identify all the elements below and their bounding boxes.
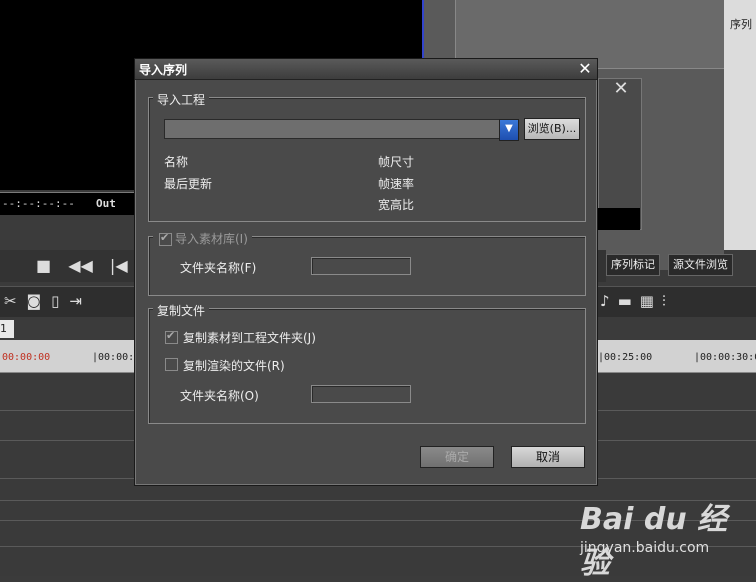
side-panel-footer bbox=[598, 208, 640, 230]
ruler-tick: |00:00: bbox=[92, 352, 135, 363]
copy-to-project-label: 复制素材到工程文件夹(J) bbox=[183, 331, 316, 345]
step-back-icon[interactable]: |◀ bbox=[110, 256, 128, 275]
copy-files-label: 复制文件 bbox=[153, 302, 210, 319]
timecode-left: --:--:--:-- bbox=[2, 197, 75, 210]
side-close-icon[interactable]: ✕ bbox=[610, 80, 632, 98]
rewind-icon[interactable]: ◀◀ bbox=[68, 256, 93, 275]
info-name-label: 名称 bbox=[164, 155, 189, 169]
info-last-updated-label: 最后更新 bbox=[164, 177, 213, 191]
import-sequence-dialog: 导入序列 ✕ 导入工程 ▼ 浏览(B)... 名称 最后更新 帧尺寸 帧速率 宽… bbox=[134, 58, 598, 486]
copy-to-project-checkbox[interactable]: ✔ bbox=[165, 329, 178, 344]
far-right-panel bbox=[724, 0, 756, 250]
ruler-tick: 00:00:00 bbox=[2, 352, 51, 363]
out-label: Out bbox=[96, 197, 116, 210]
camera-icon[interactable]: ◙ bbox=[27, 292, 52, 310]
playback-buttons: ■ ◀◀ |◀ bbox=[36, 256, 128, 275]
watermark-url: jingyan.baidu.com bbox=[580, 540, 710, 556]
mic-icon[interactable]: ♪ bbox=[600, 292, 618, 310]
check-icon: ✔ bbox=[160, 231, 170, 244]
ruler-tick: |00:00:30:0 bbox=[694, 352, 756, 363]
chevron-down-icon[interactable]: ▼ bbox=[499, 119, 519, 141]
sequence-panel-label: 序列 bbox=[730, 18, 752, 31]
ok-button[interactable]: 确定 bbox=[420, 446, 494, 468]
copy-folder-field[interactable] bbox=[311, 385, 411, 403]
import-project-label: 导入工程 bbox=[153, 91, 210, 108]
grid-icon[interactable]: ▦ bbox=[640, 292, 662, 310]
dialog-title-bar[interactable] bbox=[135, 59, 597, 80]
cancel-button[interactable]: 取消 bbox=[511, 446, 585, 468]
bin-folder-label: 文件夹名称(F) bbox=[180, 261, 257, 275]
project-combo[interactable] bbox=[164, 119, 502, 139]
cut-icon[interactable]: ✂ bbox=[4, 292, 27, 310]
panel-tabs: 序列标记 源文件浏览 bbox=[606, 254, 756, 276]
copy-rendered-checkbox[interactable] bbox=[165, 358, 178, 371]
copy-folder-label: 文件夹名称(O) bbox=[180, 389, 259, 403]
copy-rendered-label: 复制渲染的文件(R) bbox=[183, 359, 285, 373]
stop-icon[interactable]: ■ bbox=[36, 256, 51, 275]
clip-icon[interactable]: ▯ bbox=[51, 292, 69, 310]
mixer-icon[interactable]: ⫶ bbox=[662, 292, 674, 310]
tab-source-browser[interactable]: 源文件浏览 bbox=[668, 254, 733, 276]
toolbar-right-icons: ♪▬▦⫶ bbox=[600, 292, 674, 310]
tab-sequence-markers[interactable]: 序列标记 bbox=[606, 254, 660, 276]
import-project-group bbox=[148, 97, 586, 222]
check-icon: ✔ bbox=[166, 329, 176, 342]
watermark-logo: Bai du 经验 bbox=[580, 502, 728, 581]
render-icon[interactable]: ▬ bbox=[618, 292, 640, 310]
ruler-tick: |00:25:00 bbox=[598, 352, 653, 363]
dialog-close-icon[interactable]: ✕ bbox=[575, 59, 595, 79]
browse-button[interactable]: 浏览(B)... bbox=[524, 118, 580, 140]
info-frame-rate-label: 帧速率 bbox=[378, 177, 415, 191]
info-aspect-ratio-label: 宽高比 bbox=[378, 198, 415, 212]
track-tab[interactable]: 1 bbox=[0, 320, 14, 338]
info-frame-size-label: 帧尺寸 bbox=[378, 155, 415, 169]
bin-folder-field[interactable] bbox=[311, 257, 411, 275]
export-icon[interactable]: ⇥ bbox=[69, 292, 92, 310]
toolbar-left-icons: ✂◙▯⇥ bbox=[4, 292, 92, 310]
dialog-title: 导入序列 bbox=[139, 63, 188, 77]
import-bin-checkbox[interactable]: ✔ bbox=[159, 231, 172, 246]
